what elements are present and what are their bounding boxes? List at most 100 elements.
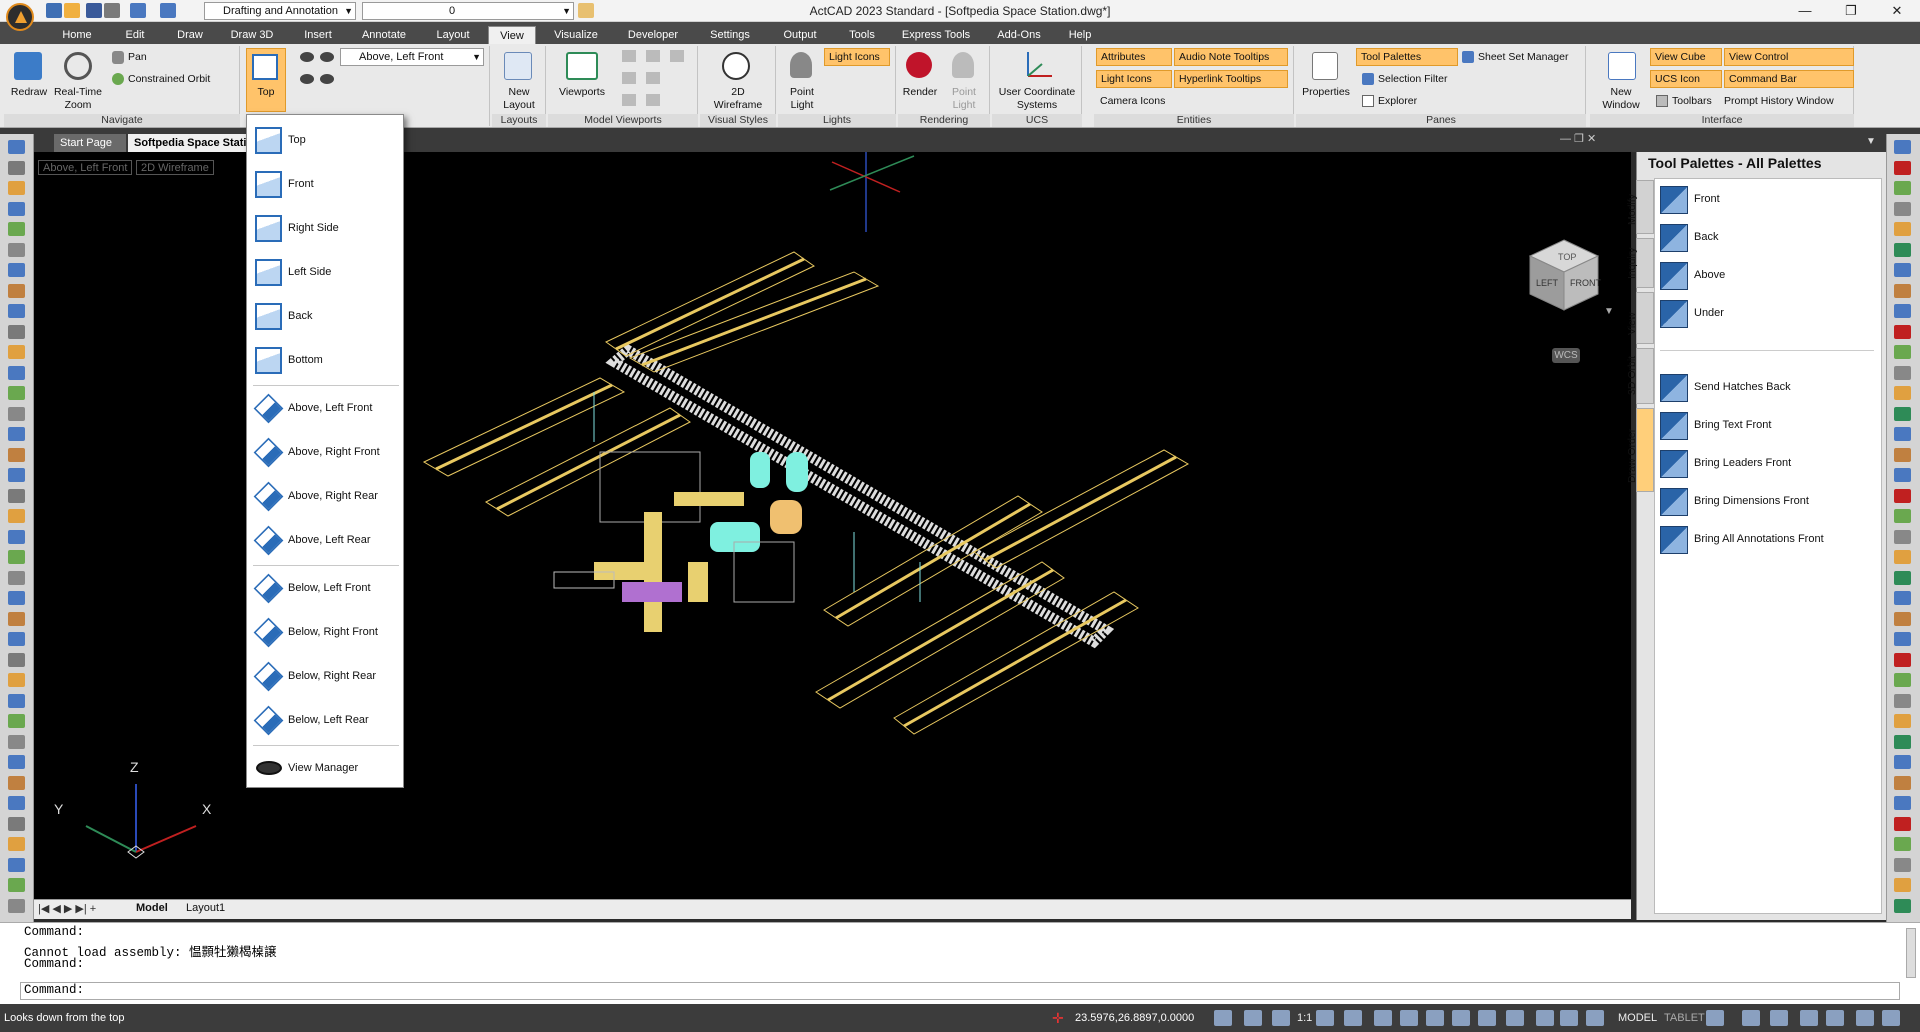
left-tool-icon[interactable] (8, 222, 25, 236)
left-tool-icon[interactable] (8, 365, 25, 380)
right-tool-icon[interactable] (1894, 345, 1911, 359)
menu-visualize[interactable]: Visualize (544, 26, 608, 44)
drawing-window-controls[interactable]: — ❐ ✕ (1560, 132, 1620, 148)
named-view-icon[interactable] (300, 52, 314, 62)
viewport-lock-icon[interactable] (622, 72, 636, 84)
status-toggle-icon[interactable] (1452, 1010, 1470, 1026)
right-tool-icon[interactable] (1894, 160, 1911, 175)
ucs-button[interactable]: User Coordinate (992, 86, 1082, 98)
render-point-light-button[interactable]: Point (942, 86, 986, 98)
new-window-icon[interactable] (1608, 52, 1636, 80)
view-option-below-left-front[interactable]: Below, Left Front (247, 567, 403, 611)
left-tool-icon[interactable] (8, 345, 25, 359)
status-toggle-icon[interactable] (1272, 1010, 1290, 1026)
view-option-top[interactable]: Top (247, 119, 403, 163)
menu-tools[interactable]: Tools (838, 26, 886, 44)
right-tool-icon[interactable] (1894, 632, 1911, 646)
new-window-button[interactable]: New (1592, 86, 1650, 98)
right-tool-icon[interactable] (1894, 529, 1911, 544)
view-option-right-side[interactable]: Right Side (247, 207, 403, 251)
left-tool-icon[interactable] (8, 755, 25, 769)
menu-express-tools[interactable]: Express Tools (894, 26, 978, 44)
sheet-set-icon[interactable] (1462, 51, 1474, 63)
viewport-clip-icon[interactable] (670, 50, 684, 62)
view-control-toggle[interactable]: View Control (1724, 48, 1854, 66)
right-tool-icon[interactable] (1894, 488, 1911, 503)
right-tool-icon[interactable] (1894, 652, 1911, 667)
status-toggle-icon[interactable] (1826, 1010, 1844, 1026)
camera-icons-toggle[interactable]: Camera Icons (1096, 92, 1186, 110)
pan-icon[interactable] (112, 51, 124, 64)
right-tool-icon[interactable] (1894, 837, 1911, 851)
hyperlink-tooltips-toggle[interactable]: Hyperlink Tooltips (1174, 70, 1288, 88)
palette-tab-inquiry[interactable]: Inquiry (1626, 238, 1654, 288)
palette-tab-3d-orbit[interactable]: 3D Orbit (1626, 348, 1654, 404)
right-tool-icon[interactable] (1894, 427, 1911, 441)
left-tool-icon[interactable] (8, 652, 25, 667)
right-tool-icon[interactable] (1894, 591, 1911, 605)
viewport-scale-icon[interactable] (646, 94, 660, 106)
command-input[interactable] (20, 982, 1900, 1000)
left-tool-icon[interactable] (8, 529, 25, 544)
menu-help[interactable]: Help (1058, 26, 1102, 44)
left-tool-icon[interactable] (8, 509, 25, 523)
view-option-above-left-rear[interactable]: Above, Left Rear (247, 519, 403, 563)
view-option-below-right-rear[interactable]: Below, Right Rear (247, 655, 403, 699)
close-button[interactable]: ✕ (1874, 0, 1920, 22)
selection-filter-button[interactable]: Selection Filter (1374, 70, 1447, 88)
left-tool-icon[interactable] (8, 427, 25, 441)
menu-view[interactable]: View (488, 26, 536, 44)
minimize-button[interactable]: — (1782, 0, 1828, 22)
annotation-scale[interactable]: 1:1 (1297, 1012, 1312, 1024)
left-tool-icon[interactable] (8, 447, 25, 462)
left-tool-icon[interactable] (8, 816, 25, 831)
left-tool-icon[interactable] (8, 837, 25, 851)
orbit-icon[interactable] (112, 73, 124, 85)
light-icons-entity-toggle[interactable]: Light Icons (1096, 70, 1172, 88)
right-tool-icon[interactable] (1894, 324, 1911, 339)
left-tool-icon[interactable] (8, 632, 25, 646)
status-toggle-icon[interactable] (1478, 1010, 1496, 1026)
view-manager-option[interactable]: View Manager (247, 747, 403, 791)
right-tool-icon[interactable] (1894, 570, 1911, 585)
selection-filter-icon[interactable] (1362, 73, 1374, 85)
menu-insert[interactable]: Insert (290, 26, 346, 44)
right-tool-icon[interactable] (1894, 304, 1911, 318)
right-tool-icon[interactable] (1894, 263, 1911, 277)
right-tool-icon[interactable] (1894, 406, 1911, 421)
render-button[interactable]: Render (898, 86, 942, 98)
model-space-toggle[interactable]: MODEL (1618, 1012, 1657, 1024)
menu-edit[interactable]: Edit (114, 26, 156, 44)
viewport-min-icon[interactable] (622, 94, 636, 106)
right-tool-icon[interactable] (1894, 775, 1911, 790)
status-toggle-icon[interactable] (1374, 1010, 1392, 1026)
status-toggle-icon[interactable] (1506, 1010, 1524, 1026)
properties-icon[interactable] (1312, 52, 1338, 80)
ucs-icon-toggle[interactable]: UCS Icon (1650, 70, 1722, 88)
status-toggle-icon[interactable] (1536, 1010, 1554, 1026)
left-tool-icon[interactable] (8, 611, 25, 626)
right-tool-icon[interactable] (1894, 734, 1911, 749)
left-tool-icon[interactable] (8, 324, 25, 339)
new-layout-icon[interactable] (504, 52, 532, 80)
status-toggle-icon[interactable] (1316, 1010, 1334, 1026)
status-toggle-icon[interactable] (1400, 1010, 1418, 1026)
menu-output[interactable]: Output (772, 26, 828, 44)
pan-button[interactable]: Pan (124, 48, 147, 66)
menu-developer[interactable]: Developer (616, 26, 690, 44)
right-tool-icon[interactable] (1894, 447, 1911, 462)
drawing-tab[interactable]: Softpedia Space Station (128, 134, 246, 152)
left-tool-icon[interactable] (8, 468, 25, 482)
right-tool-icon[interactable] (1894, 509, 1911, 523)
viewport-split-icon[interactable] (646, 50, 660, 62)
visual-style-button[interactable]: 2D (700, 86, 776, 98)
right-tool-icon[interactable] (1894, 816, 1911, 831)
status-toggle-icon[interactable] (1800, 1010, 1818, 1026)
right-tool-icon[interactable] (1894, 857, 1911, 872)
tool-palettes-toggle[interactable]: Tool Palettes (1356, 48, 1458, 66)
left-tool-icon[interactable] (8, 283, 25, 298)
prompt-history-button[interactable]: Prompt History Window (1720, 92, 1834, 110)
right-tool-icon[interactable] (1894, 898, 1911, 913)
left-tool-icon[interactable] (8, 857, 25, 872)
left-tool-icon[interactable] (8, 488, 25, 503)
